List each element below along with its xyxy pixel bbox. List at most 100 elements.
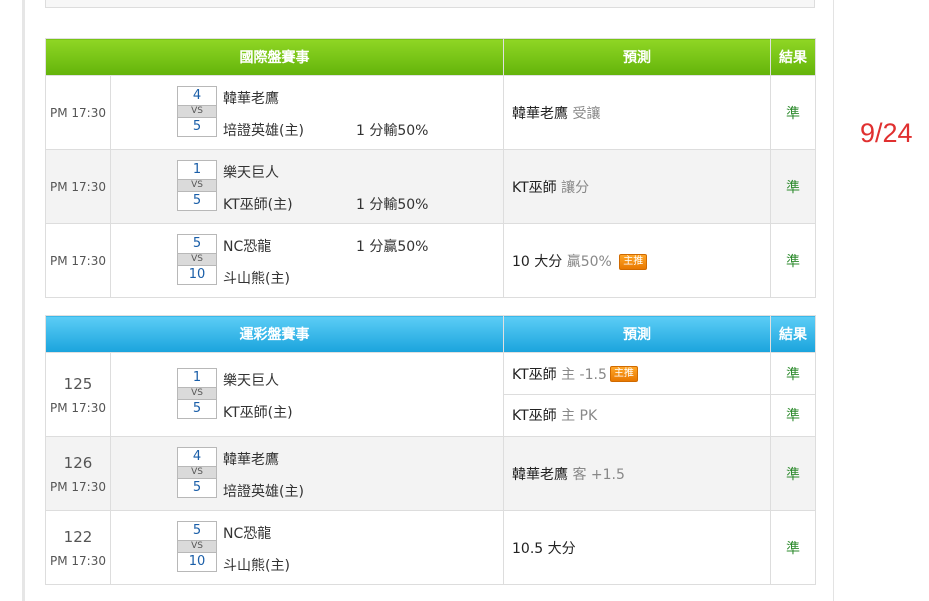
home-score: 5 [177, 399, 217, 419]
prediction-type: 客 +1.5 [572, 466, 625, 483]
score-box: 5 VS 10 [177, 234, 217, 285]
game-time: PM 17:30 [50, 479, 106, 494]
result-cell: 準 [770, 436, 816, 511]
time-cell: PM 17:30 [45, 75, 111, 150]
home-team: KT巫師(主) [223, 197, 293, 213]
score-box: 5 VS 10 [177, 521, 217, 572]
matchup-cell: 5 VS 10 NC恐龍 斗山熊(主) [110, 510, 504, 585]
result-cell: 準 [770, 149, 816, 224]
prediction-team: KT巫師 [512, 408, 557, 424]
result-value: 準 [786, 408, 800, 424]
matchup-cell: 5 VS 10 NC恐龍 1 分贏50% 斗山熊(主) [110, 223, 504, 298]
vs-label: VS [177, 467, 217, 478]
header-result: 結果 [770, 315, 816, 353]
prediction-cell: KT巫師 讓分 [503, 149, 771, 224]
result-cell: 準 準 [770, 352, 816, 437]
prediction-team: 韓華老鷹 [512, 466, 568, 483]
away-team: 樂天巨人 [223, 373, 279, 389]
home-team: 培證英雄(主) [223, 484, 304, 500]
home-team: 斗山熊(主) [223, 558, 290, 574]
prediction-line: KT巫師 主 -1.5 主推 [504, 354, 770, 395]
time-cell: PM 17:30 [45, 223, 111, 298]
prediction-team: KT巫師 [512, 179, 557, 196]
result-cell: 準 [770, 510, 816, 585]
home-team: 斗山熊(主) [223, 271, 290, 287]
away-score: 4 [177, 86, 217, 106]
handicap-result: 1 分輸50% [356, 197, 429, 213]
away-score: 4 [177, 447, 217, 467]
game-number: 125 [63, 374, 93, 393]
away-score: 1 [177, 160, 217, 180]
table-row: 122 PM 17:30 5 VS 10 NC恐龍 斗山熊(主) 10.5 大分… [45, 510, 816, 585]
header-prediction: 預測 [503, 38, 771, 76]
vs-label: VS [177, 254, 217, 265]
game-number: 126 [63, 453, 93, 472]
matchup-cell: 4 VS 5 韓華老鷹 培證英雄(主) 1 分輸50% [110, 75, 504, 150]
vs-label: VS [177, 106, 217, 117]
matchup-cell: 1 VS 5 樂天巨人 KT巫師(主) 1 分輸50% [110, 149, 504, 224]
away-score: 5 [177, 521, 217, 541]
header-game: 國際盤賽事 [45, 38, 504, 76]
matchup-cell: 4 VS 5 韓華老鷹 培證英雄(主) [110, 436, 504, 511]
prediction-cell: 韓華老鷹 客 +1.5 [503, 436, 771, 511]
table-row: 125 PM 17:30 1 VS 5 樂天巨人 KT巫師(主) KT巫師 主 … [45, 352, 816, 437]
header-prediction: 預測 [503, 315, 771, 353]
prediction-team: 韓華老鷹 [512, 105, 568, 122]
prediction-type: 受讓 [572, 105, 601, 122]
home-score: 5 [177, 117, 217, 137]
time-cell: PM 17:30 [45, 149, 111, 224]
home-score: 10 [177, 265, 217, 285]
game-time: PM 17:30 [50, 553, 106, 568]
result-cell: 準 [770, 75, 816, 150]
home-score: 10 [177, 552, 217, 572]
prediction-type: 讓分 [561, 179, 590, 196]
table-row: PM 17:30 4 VS 5 韓華老鷹 培證英雄(主) 1 分輸50% 韓華老… [45, 75, 816, 150]
top-panel-edge [45, 0, 815, 8]
away-team: 樂天巨人 [223, 165, 279, 181]
game-time: PM 17:30 [50, 400, 106, 415]
score-box: 4 VS 5 [177, 447, 217, 498]
prediction-total: 10.5 大分 [512, 540, 576, 557]
right-border [833, 0, 834, 601]
handicap-result: 1 分贏50% [356, 239, 429, 255]
game-time: PM 17:30 [50, 105, 106, 120]
prediction-cell: KT巫師 主 -1.5 主推 KT巫師 主 PK [503, 352, 771, 437]
prediction-type: 主 -1.5 [561, 366, 607, 383]
score-box: 4 VS 5 [177, 86, 217, 137]
vs-label: VS [177, 388, 217, 399]
away-team: 韓華老鷹 [223, 91, 279, 107]
header-result: 結果 [770, 38, 816, 76]
game-number: 122 [63, 527, 93, 546]
prediction-type: 主 PK [561, 408, 598, 424]
result-value: 準 [771, 354, 815, 395]
game-time: PM 17:30 [50, 253, 106, 268]
prediction-team: KT巫師 [512, 366, 557, 383]
home-score: 5 [177, 191, 217, 211]
away-team: NC恐龍 [223, 526, 272, 542]
away-team: NC恐龍 [223, 239, 272, 255]
away-score: 5 [177, 234, 217, 254]
table-row: PM 17:30 5 VS 10 NC恐龍 1 分贏50% 斗山熊(主) 10 … [45, 223, 816, 298]
left-border [22, 0, 25, 601]
table-row: PM 17:30 1 VS 5 樂天巨人 KT巫師(主) 1 分輸50% KT巫… [45, 149, 816, 224]
prediction-cell: 10 大分 贏50% 主推 [503, 223, 771, 298]
time-cell: 122 PM 17:30 [45, 510, 111, 585]
prediction-type: 贏50% [566, 253, 612, 270]
featured-badge: 主推 [609, 365, 638, 382]
table-header: 國際盤賽事 預測 結果 [45, 38, 816, 76]
table-header: 運彩盤賽事 預測 結果 [45, 315, 816, 353]
away-team: 韓華老鷹 [223, 452, 279, 468]
vs-label: VS [177, 180, 217, 191]
date-label: 9/24 [860, 118, 913, 148]
featured-badge: 主推 [619, 253, 648, 270]
time-cell: 125 PM 17:30 [45, 352, 111, 437]
away-score: 1 [177, 368, 217, 388]
home-score: 5 [177, 478, 217, 498]
prediction-cell: 韓華老鷹 受讓 [503, 75, 771, 150]
time-cell: 126 PM 17:30 [45, 436, 111, 511]
vs-label: VS [177, 541, 217, 552]
result-cell: 準 [770, 223, 816, 298]
score-box: 1 VS 5 [177, 368, 217, 419]
handicap-result: 1 分輸50% [356, 123, 429, 139]
game-time: PM 17:30 [50, 179, 106, 194]
